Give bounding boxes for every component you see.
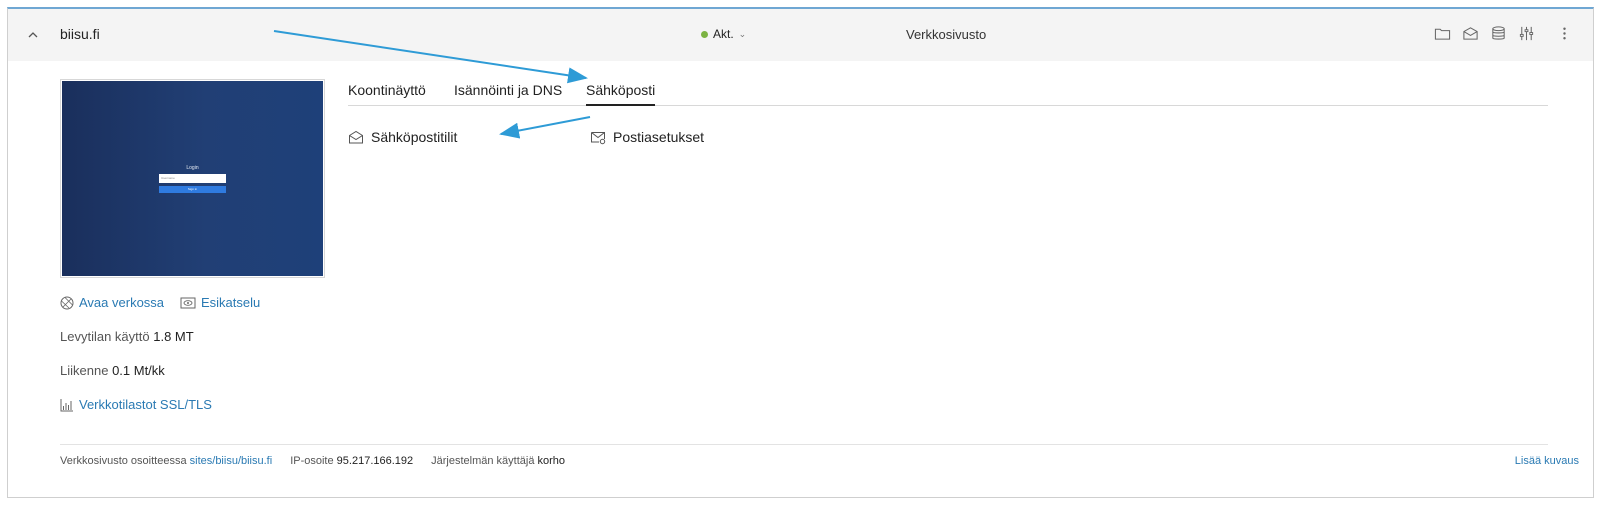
system-user: Järjestelmän käyttäjä korho: [431, 455, 565, 467]
mail-settings-item[interactable]: Postiasetukset: [590, 129, 704, 145]
site-location: Verkkosivusto osoitteessa sites/biisu/bi…: [60, 455, 272, 467]
status-dot: [701, 30, 708, 38]
system-user-label: Järjestelmän käyttäjä: [431, 455, 535, 467]
preview-label: Esikatselu: [201, 295, 261, 310]
globe-icon: [60, 296, 74, 309]
settings-sliders-icon[interactable]: [1517, 24, 1535, 42]
tab-hosting-dns[interactable]: Isännöinti ja DNS: [454, 82, 562, 106]
site-location-label: Verkkosivusto osoitteessa: [60, 455, 187, 467]
footer-info: Verkkosivusto osoitteessa sites/biisu/bi…: [60, 455, 565, 467]
ip-address: IP-osoite 95.217.166.192: [290, 455, 413, 467]
traffic-value: 0.1 Mt/kk: [112, 363, 165, 378]
add-description-link[interactable]: Lisää kuvaus: [1515, 455, 1579, 467]
preview-link[interactable]: Esikatselu: [180, 295, 260, 310]
thumbnail-signin-button: Sign in: [159, 186, 226, 193]
site-type-label: Verkkosivusto: [906, 27, 987, 42]
disk-usage-value: 1.8 MT: [153, 329, 194, 344]
status-dropdown[interactable]: Akt. ⌄: [701, 27, 746, 41]
tab-email[interactable]: Sähköposti: [586, 82, 656, 106]
collapse-chevron-icon[interactable]: [23, 25, 43, 45]
ip-label: IP-osoite: [290, 455, 334, 467]
mail-open-icon: [349, 130, 363, 144]
disk-usage: Levytilan käyttö 1.8 MT: [60, 329, 194, 344]
open-online-label: Avaa verkossa: [79, 295, 165, 310]
traffic-label: Liikenne: [60, 363, 109, 378]
kebab-menu-icon[interactable]: [1555, 24, 1573, 42]
site-path-link[interactable]: sites/biisu/biisu.fi: [190, 455, 273, 467]
email-accounts-label: Sähköpostitilit: [371, 129, 458, 145]
eye-icon: [180, 297, 196, 308]
web-stats-link[interactable]: Verkkotilastot SSL/TLS: [60, 397, 212, 412]
tab-bar: Koontinäyttö Isännöinti ja DNS Sähköpost…: [348, 82, 1548, 106]
system-user-value: korho: [537, 455, 566, 467]
ip-value: 95.217.166.192: [336, 455, 414, 467]
header-toolbar: [1433, 24, 1573, 42]
card-header: biisu.fi Akt. ⌄ Verkkosivusto: [8, 9, 1593, 61]
disk-usage-label: Levytilan käyttö: [60, 329, 150, 344]
web-stats-label: Verkkotilastot SSL/TLS: [79, 397, 212, 412]
thumbnail-username-input: Username: [159, 174, 226, 183]
mail-icon[interactable]: [1461, 24, 1479, 42]
email-accounts-item[interactable]: Sähköpostitilit: [348, 129, 457, 145]
folder-icon[interactable]: [1433, 24, 1451, 42]
website-card: biisu.fi Akt. ⌄ Verkkosivusto Login User…: [7, 7, 1594, 498]
mail-settings-icon: [591, 132, 606, 145]
site-screenshot-thumbnail[interactable]: Login Username Sign in: [60, 79, 325, 278]
mail-settings-label: Postiasetukset: [613, 129, 705, 145]
thumbnail-image: Login Username Sign in: [62, 81, 323, 276]
traffic: Liikenne 0.1 Mt/kk: [60, 363, 165, 378]
domain-name[interactable]: biisu.fi: [60, 26, 100, 42]
bar-chart-icon: [60, 398, 73, 411]
footer-divider: [60, 444, 1548, 445]
open-online-link[interactable]: Avaa verkossa: [60, 295, 164, 310]
database-icon[interactable]: [1489, 24, 1507, 42]
status-label: Akt.: [713, 27, 734, 41]
tab-dashboard[interactable]: Koontinäyttö: [348, 82, 426, 106]
chevron-down-icon: ⌄: [738, 28, 747, 39]
thumbnail-login-title: Login: [186, 165, 199, 171]
